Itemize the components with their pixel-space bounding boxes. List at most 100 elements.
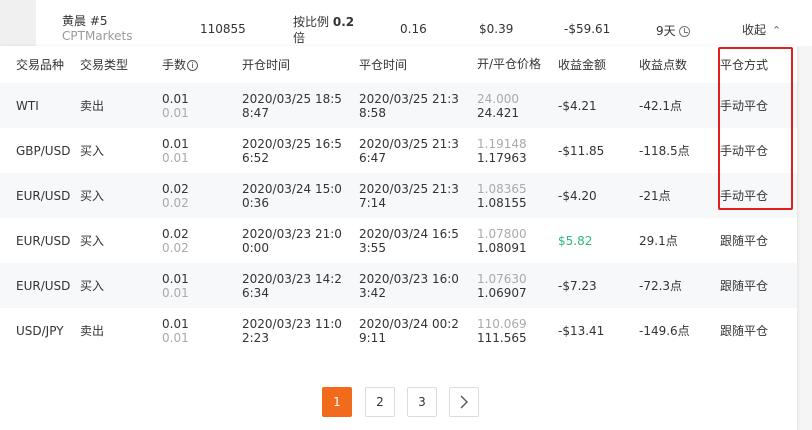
close-price: 24.421 — [477, 105, 519, 120]
cell-symbol: GBP/USD — [16, 143, 71, 158]
lots-value: 0.01 — [162, 316, 189, 331]
lots-sub-value: 0.01 — [162, 285, 189, 300]
lots-sub-value: 0.02 — [162, 195, 189, 210]
header-lots: 手数 i — [162, 46, 242, 83]
cell-amount: -$4.20 — [558, 173, 639, 218]
vertical-scrollbar[interactable] — [797, 46, 812, 430]
cell-points: -21点 — [639, 173, 720, 218]
cell-lots: 0.02 0.02 — [162, 218, 242, 263]
cell-lots: 0.01 0.01 — [162, 128, 242, 173]
copy-ratio-value: 0.2 — [332, 15, 355, 29]
cell-price: 24.000 24.421 — [477, 83, 558, 128]
open-time-text: 2020/03/23 14:26:34 — [242, 271, 342, 300]
close-price: 1.06907 — [477, 285, 527, 300]
cell-open-time: 2020/03/25 18:58:47 — [242, 83, 359, 128]
cell-type: 买入 — [80, 173, 162, 218]
cell-open-time: 2020/03/23 14:26:34 — [242, 263, 359, 308]
cell-amount: -$13.41 — [558, 323, 605, 338]
header-close-mode: 平仓方式 — [720, 58, 769, 72]
trade-detail-panel: 交易品种 交易类型 手数 i 开仓时间 平仓时间 开/平仓价格 收益金额 收益点数… — [0, 46, 797, 430]
close-price: 1.17963 — [477, 150, 527, 165]
lots-value: 0.01 — [162, 136, 189, 151]
table-row: EUR/USD 买入 0.02 0.02 2020/03/24 15:00:36 … — [0, 173, 797, 218]
trader-id: 110855 — [200, 22, 246, 36]
cell-open-time: 2020/03/23 11:02:23 — [242, 308, 359, 353]
open-price: 1.19148 — [477, 136, 527, 151]
cell-price: 1.08365 1.08155 — [477, 173, 558, 218]
cell-amount: $5.82 — [558, 233, 593, 248]
cell-points: -72.3点 — [639, 263, 720, 308]
close-time-text: 2020/03/25 21:38:58 — [359, 91, 459, 120]
cell-symbol: EUR/USD — [16, 233, 71, 248]
copy-ratio-prefix: 按比例 — [293, 15, 330, 29]
close-mode-text: 手动平仓 — [720, 189, 768, 203]
cell-close-time: 2020/03/23 16:03:42 — [359, 263, 477, 308]
close-mode-text: 跟随平仓 — [720, 234, 768, 248]
close-mode-text: 跟随平仓 — [720, 324, 768, 338]
open-time-text: 2020/03/23 11:02:23 — [242, 316, 342, 345]
next-page-button[interactable] — [449, 387, 479, 417]
cell-open-time: 2020/03/23 21:00:00 — [242, 218, 359, 263]
close-time-text: 2020/03/24 16:53:55 — [359, 226, 459, 255]
cell-price: 110.069 111.565 — [477, 308, 558, 353]
cell-symbol: USD/JPY — [16, 323, 64, 338]
cell-amount: -$11.85 — [558, 143, 605, 158]
trader-name-cell: 黄晨 #5 CPTMarkets — [62, 14, 132, 44]
cell-amount: -$4.21 — [558, 83, 639, 128]
cell-price: 1.19148 1.17963 — [477, 128, 558, 173]
chevron-up-icon: ⌃ — [772, 24, 782, 37]
summary-lots: 0.16 — [400, 22, 427, 36]
cell-amount: -$7.23 — [558, 263, 639, 308]
page-button-3[interactable]: 3 — [407, 387, 437, 417]
cell-symbol: WTI — [0, 83, 80, 128]
close-mode-text: 手动平仓 — [720, 144, 768, 158]
cell-open-time: 2020/03/25 16:56:52 — [242, 128, 359, 173]
cell-close-time: 2020/03/25 21:37:14 — [359, 173, 477, 218]
open-time-text: 2020/03/24 15:00:36 — [242, 181, 342, 210]
lots-sub-value: 0.01 — [162, 105, 189, 120]
cell-points: -42.1点 — [639, 83, 720, 128]
cell-points: 29.1点 — [639, 234, 678, 248]
close-time-text: 2020/03/25 21:37:14 — [359, 181, 459, 210]
trader-name: 黄晨 #5 — [62, 14, 108, 28]
info-icon[interactable]: i — [187, 60, 199, 71]
table-row: EUR/USD 买入 0.01 0.01 2020/03/23 14:26:34 … — [0, 263, 797, 308]
cell-open-time: 2020/03/24 15:00:36 — [242, 173, 359, 218]
lots-value: 0.02 — [162, 226, 189, 241]
chevron-right-icon — [460, 395, 468, 409]
clock-icon — [678, 26, 690, 37]
cell-type: 买入 — [80, 263, 162, 308]
lots-sub-value: 0.01 — [162, 150, 189, 165]
table-row: EUR/USD 买入 0.02 0.02 2020/03/23 21:00:00 … — [0, 218, 797, 263]
cell-close-mode: 手动平仓 — [720, 83, 797, 128]
open-time-text: 2020/03/25 18:58:47 — [242, 91, 342, 120]
cell-price: 1.07800 1.08091 — [477, 218, 558, 263]
duration-text: 9天 — [656, 24, 676, 38]
collapse-label: 收起 — [742, 23, 767, 37]
lots-value: 0.01 — [162, 91, 189, 106]
page-button-2[interactable]: 2 — [365, 387, 395, 417]
header-close-time: 平仓时间 — [359, 58, 408, 72]
cell-price: 1.07630 1.06907 — [477, 263, 558, 308]
collapse-button[interactable]: 收起 ⌃ — [742, 21, 781, 38]
cell-close-time: 2020/03/24 16:53:55 — [359, 218, 477, 263]
cell-type: 卖出 — [80, 83, 162, 128]
open-price: 1.08365 — [477, 181, 527, 196]
lots-value: 0.01 — [162, 271, 189, 286]
cell-type: 买入 — [80, 234, 105, 248]
lots-value: 0.02 — [162, 181, 189, 196]
summary-profit: -$59.61 — [564, 22, 611, 36]
cell-lots: 0.01 0.01 — [162, 308, 242, 353]
cell-type: 买入 — [80, 144, 105, 158]
header-lots-label: 手数 — [162, 58, 187, 72]
cell-close-mode: 手动平仓 — [720, 173, 797, 218]
cell-symbol: EUR/USD — [0, 173, 80, 218]
page-button-1[interactable]: 1 — [322, 387, 352, 417]
summary-duration: 9天 — [656, 22, 690, 39]
cell-close-mode: 手动平仓 — [720, 128, 797, 173]
header-symbol: 交易品种 — [16, 58, 65, 72]
cell-symbol: EUR/USD — [0, 263, 80, 308]
header-open-time: 开仓时间 — [242, 58, 291, 72]
cell-lots: 0.02 0.02 — [162, 173, 242, 218]
cell-close-mode: 跟随平仓 — [720, 263, 797, 308]
